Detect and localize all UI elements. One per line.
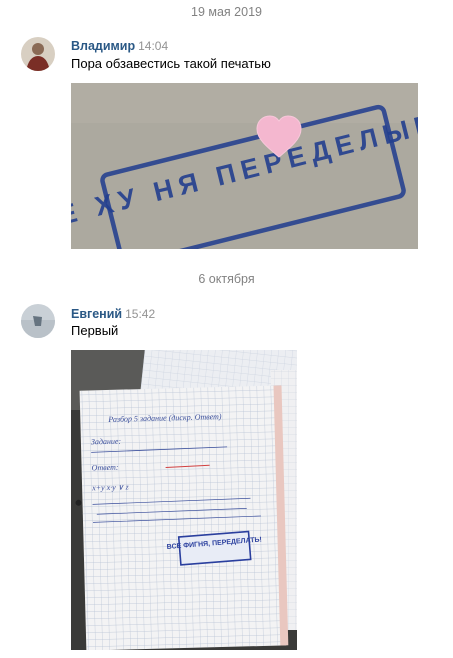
notebook-photo: Разбор 5 задание (дискр. Ответ) Задание:… [71, 350, 297, 650]
message-header: Владимир 14:04 [71, 38, 168, 53]
message-time[interactable]: 14:04 [138, 39, 168, 53]
avatar[interactable] [21, 304, 55, 338]
date-separator: 6 октября [198, 272, 255, 286]
author-name[interactable]: Владимир [71, 39, 135, 53]
message-photo[interactable]: Разбор 5 задание (дискр. Ответ) Задание:… [71, 350, 297, 650]
handwritten-line: x+y x·y ∨ z [91, 482, 130, 492]
message-header: Евгений 15:42 [71, 306, 155, 321]
message-photo[interactable]: ВСЁ ХУ НЯ ПЕРЕДЕЛЫВАЙ [71, 83, 418, 249]
avatar[interactable] [21, 37, 55, 71]
message-time[interactable]: 15:42 [125, 307, 155, 321]
handwritten-line: Задание: [91, 437, 122, 447]
message-text: Пора обзавестись такой печатью [71, 56, 271, 71]
message-text: Первый [71, 323, 119, 338]
handwritten-line: Ответ: [91, 463, 118, 473]
author-name[interactable]: Евгений [71, 307, 122, 321]
date-separator: 19 мая 2019 [191, 5, 262, 19]
stamp-photo: ВСЁ ХУ НЯ ПЕРЕДЕЛЫВАЙ [71, 83, 418, 249]
